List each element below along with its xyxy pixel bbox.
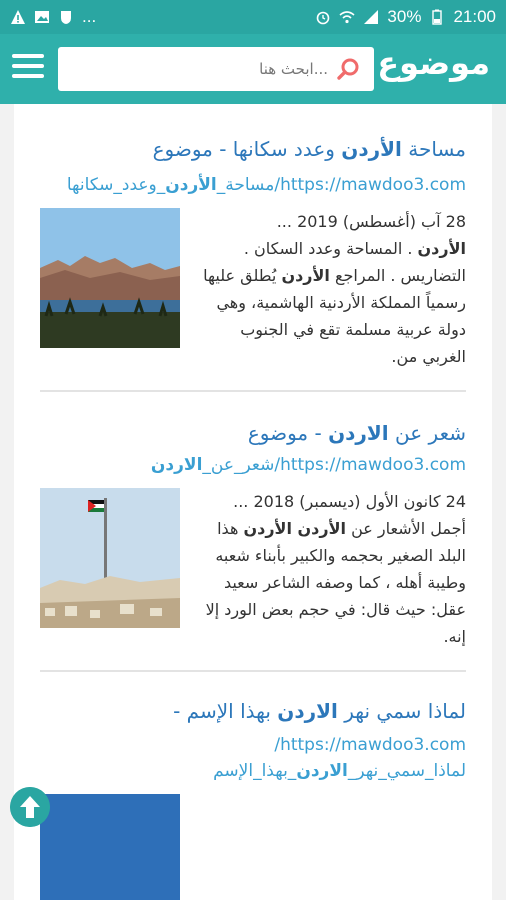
- result-body: 28 آب (أغسطس) 2019 ... الأردن . المساحة و…: [40, 208, 466, 370]
- amman-flag-thumbnail[interactable]: [40, 488, 180, 628]
- status-more: ...: [82, 7, 97, 26]
- menu-icon[interactable]: [12, 54, 44, 84]
- search-icon[interactable]: [336, 56, 362, 82]
- result-url[interactable]: https://mawdoo3.com/شعر_عن_الاردن: [40, 452, 466, 478]
- result-snippet: [194, 794, 466, 900]
- status-time: 21:00: [453, 7, 496, 26]
- battery-icon: [432, 9, 443, 25]
- result-body: [40, 794, 466, 900]
- signal-icon: [364, 10, 379, 24]
- battery-percent: 30%: [387, 7, 422, 26]
- search-input[interactable]: [76, 59, 330, 79]
- wifi-icon: [339, 11, 355, 24]
- result-title[interactable]: شعر عن الاردن - موضوع: [40, 418, 466, 448]
- result-item: مساحة الأردن وعدد سكانها - موضوع https:/…: [14, 104, 492, 370]
- alarm-icon: [317, 11, 330, 25]
- result-item: شعر عن الاردن - موضوع https://mawdoo3.co…: [14, 392, 492, 650]
- result-snippet: 28 آب (أغسطس) 2019 ... الأردن . المساحة و…: [203, 212, 466, 366]
- site-logo[interactable]: موضوع: [377, 44, 490, 82]
- status-left: ...: [10, 7, 96, 27]
- result-body: 24 كانون الأول (ديسمبر) 2018 ... أجمل ال…: [40, 488, 466, 650]
- gallery-icon: [35, 11, 49, 23]
- result-title[interactable]: لماذا سمي نهر الاردن بهذا الإسم -: [40, 696, 466, 726]
- status-right: 30% 21:00: [315, 7, 496, 27]
- app-bar: موضوع: [0, 34, 506, 104]
- aqaba-mountains-thumbnail[interactable]: [40, 208, 180, 348]
- result-item: لماذا سمي نهر الاردن بهذا الإسم - https:…: [14, 672, 492, 900]
- search-box[interactable]: [58, 47, 374, 91]
- result-title[interactable]: مساحة الأردن وعدد سكانها - موضوع: [40, 134, 466, 164]
- result-snippet: 24 كانون الأول (ديسمبر) 2018 ... أجمل ال…: [205, 492, 466, 646]
- results-list: مساحة الأردن وعدد سكانها - موضوع https:/…: [14, 104, 492, 900]
- river-thumbnail[interactable]: [40, 794, 180, 900]
- status-bar: ... 30% 21:00: [0, 0, 506, 34]
- result-url[interactable]: https://mawdoo3.com/مساحة_الأردن_وعدد_سك…: [40, 172, 466, 198]
- scroll-to-top-button[interactable]: [10, 787, 50, 827]
- shield-app-icon: [61, 11, 71, 24]
- warning-icon: [11, 10, 25, 24]
- result-url[interactable]: https://mawdoo3.com/لماذا_سمي_نهر_الاردن…: [40, 732, 466, 784]
